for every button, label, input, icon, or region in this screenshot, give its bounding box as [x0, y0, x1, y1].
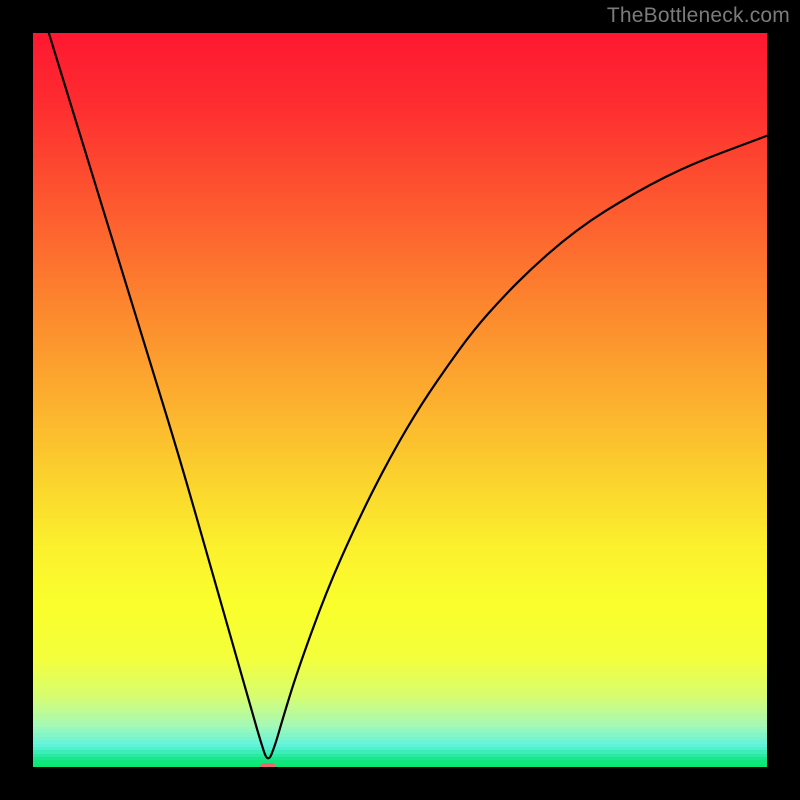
plot-area — [33, 33, 767, 767]
min-marker — [260, 763, 276, 767]
chart-frame: TheBottleneck.com — [0, 0, 800, 800]
watermark-text: TheBottleneck.com — [607, 4, 790, 28]
